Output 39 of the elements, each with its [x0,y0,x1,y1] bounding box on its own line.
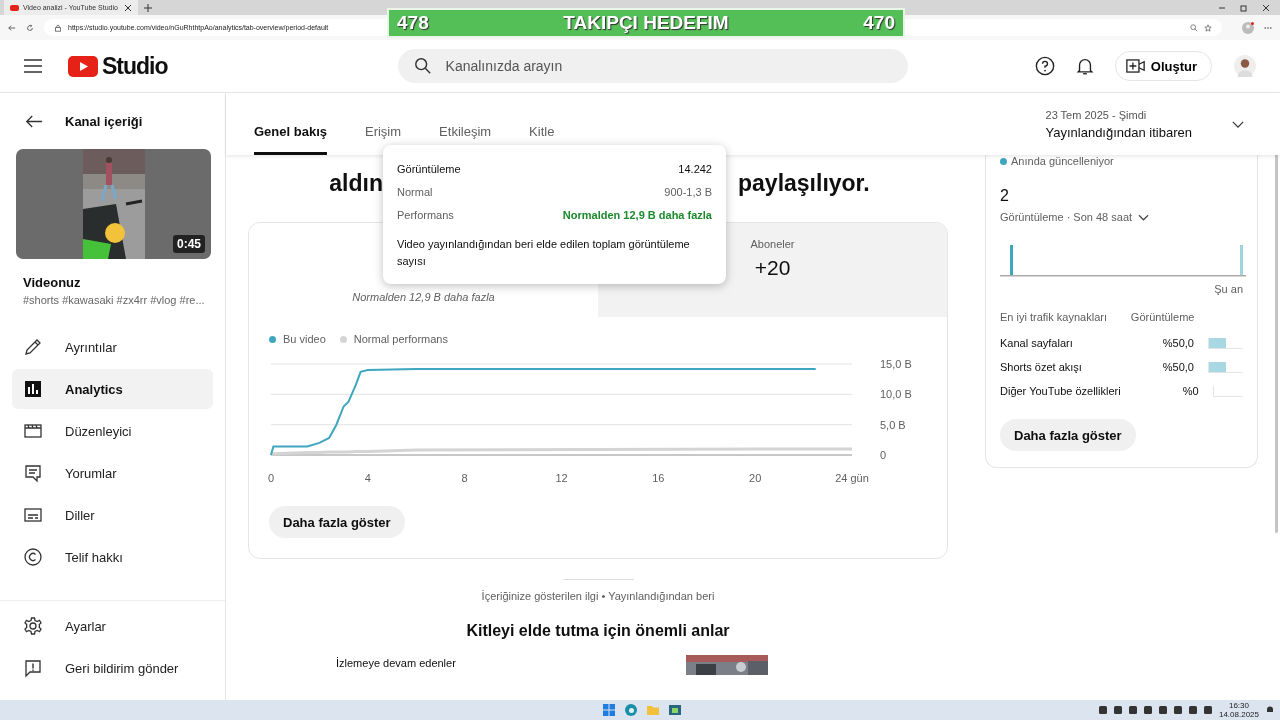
axis-label: 15,0 B [880,358,912,370]
time-label: Şu an [1213,283,1243,295]
axis-label: 20 [749,472,762,484]
table-cell-text: Kanal sayfaları [1000,337,1074,349]
panel-title: Kanal içeriği [65,113,143,129]
video-title: Videonuz [23,275,82,290]
tooltip-label: Performans [397,208,454,221]
headline-text: paylaşılıyor. [738,169,871,197]
headline-text: aldın [328,169,383,197]
tooltip-value: 900-1,3 B [664,185,712,198]
legend-label: Normal performans [353,333,448,345]
tooltip-label: Görüntüleme [397,162,461,175]
table-cell-text: %0 [1181,385,1199,397]
realtime-count: 2 [1000,187,1010,205]
legend-label: Bu video [283,333,326,345]
table-cell-text: Shorts özet akışı [1000,361,1083,373]
section-caption: İçeriğinize gösterilen ilgi • Yayınlandığından beri [480,590,716,602]
axis-label: 8 [461,472,468,484]
table-cell-text: %50,0 [1161,361,1194,373]
axis-label: 10,0 B [880,388,912,401]
retention-label: İzlemeye devam edenler [336,657,456,669]
axis-label: 0 [267,472,275,484]
table-cell-text: %50,0 [1161,337,1194,349]
tooltip-label: Normal [397,185,433,198]
axis-label: 16 [652,472,665,484]
column-header: En iyi trafik kaynakları [1000,311,1107,323]
section-title: Kitleyi elde tutma için önemli anlar [465,622,731,640]
table-cell: Diğer YouTube özellikleri [1000,385,1121,397]
axis-label: 12 [555,472,568,484]
live-status: Anında güncelleniyor [1011,155,1114,167]
axis-label: 24 gün [835,472,869,484]
duration-badge: 0:45 [172,235,205,253]
video-description: #shorts #kawasaki #zx4rr #vlog #re... [23,294,206,306]
tooltip-value: 14.242 [678,162,712,175]
axis-label: 5,0 B [880,418,906,431]
tooltip-value: Normalden 12,9 B daha fazla [562,208,712,221]
axis-label: 0 [880,449,887,461]
axis-label: 4 [364,472,371,484]
column-header: Görüntüleme [1129,311,1195,323]
